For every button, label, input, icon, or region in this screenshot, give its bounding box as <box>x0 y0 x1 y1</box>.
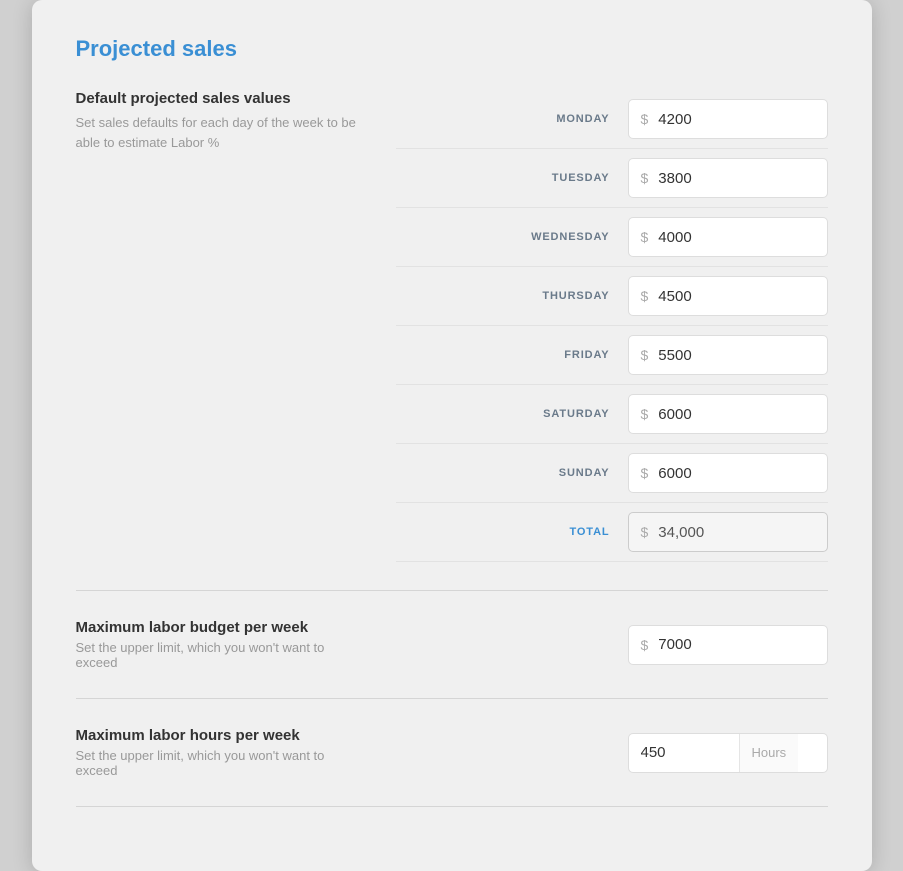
day-row-friday: FRIDAY $ <box>396 326 828 385</box>
section2-description: Maximum labor budget per week Set the up… <box>76 619 396 670</box>
day-input-sunday[interactable] <box>658 465 814 482</box>
total-input-wrapper: $ <box>628 512 828 552</box>
labor-hours-input-wrapper[interactable]: Hours <box>628 733 828 773</box>
day-input-tuesday[interactable] <box>658 170 814 187</box>
day-input-wrapper-saturday[interactable]: $ <box>628 394 828 434</box>
day-input-wrapper-thursday[interactable]: $ <box>628 276 828 316</box>
total-currency-symbol: $ <box>641 524 649 540</box>
section1-desc-sub: Set sales defaults for each day of the w… <box>76 113 364 152</box>
day-row-sunday: SUNDAY $ <box>396 444 828 503</box>
labor-budget-input[interactable] <box>658 636 814 653</box>
day-label-tuesday: TUESDAY <box>510 172 610 184</box>
section1-description: Default projected sales values Set sales… <box>76 90 396 152</box>
day-input-monday[interactable] <box>658 111 814 128</box>
divider-2 <box>76 698 828 699</box>
day-row-saturday: SATURDAY $ <box>396 385 828 444</box>
section2-desc-sub: Set the upper limit, which you won't wan… <box>76 640 364 670</box>
day-input-wrapper-tuesday[interactable]: $ <box>628 158 828 198</box>
day-input-wrapper-wednesday[interactable]: $ <box>628 217 828 257</box>
daily-sales-fields: MONDAY $ TUESDAY $ WEDNESDAY $ THURSDAY … <box>396 90 828 562</box>
section2-desc-title: Maximum labor budget per week <box>76 619 364 636</box>
day-input-saturday[interactable] <box>658 406 814 423</box>
projected-sales-section: Default projected sales values Set sales… <box>76 90 828 562</box>
section3-description: Maximum labor hours per week Set the upp… <box>76 727 396 778</box>
day-input-wrapper-monday[interactable]: $ <box>628 99 828 139</box>
divider-3 <box>76 806 828 807</box>
day-input-wrapper-friday[interactable]: $ <box>628 335 828 375</box>
day-input-wednesday[interactable] <box>658 229 814 246</box>
section1-desc-title: Default projected sales values <box>76 90 364 107</box>
day-label-friday: FRIDAY <box>510 349 610 361</box>
day-currency-friday: $ <box>641 347 649 363</box>
labor-hours-input[interactable] <box>629 744 739 761</box>
labor-budget-field: $ <box>396 625 828 665</box>
day-currency-wednesday: $ <box>641 229 649 245</box>
page-title: Projected sales <box>76 36 828 62</box>
labor-hours-field: Hours <box>396 733 828 773</box>
projected-sales-card: Projected sales Default projected sales … <box>32 0 872 871</box>
total-label: TOTAL <box>510 526 610 538</box>
day-row-thursday: THURSDAY $ <box>396 267 828 326</box>
day-input-wrapper-sunday[interactable]: $ <box>628 453 828 493</box>
section3-desc-title: Maximum labor hours per week <box>76 727 364 744</box>
day-label-thursday: THURSDAY <box>510 290 610 302</box>
labor-budget-currency: $ <box>641 637 649 653</box>
hours-unit-label: Hours <box>739 734 799 772</box>
section3-desc-sub: Set the upper limit, which you won't wan… <box>76 748 364 778</box>
day-label-sunday: SUNDAY <box>510 467 610 479</box>
total-row: TOTAL $ <box>396 503 828 562</box>
day-input-thursday[interactable] <box>658 288 814 305</box>
day-currency-sunday: $ <box>641 465 649 481</box>
labor-hours-section: Maximum labor hours per week Set the upp… <box>76 727 828 778</box>
divider-1 <box>76 590 828 591</box>
day-label-saturday: SATURDAY <box>510 408 610 420</box>
labor-budget-input-wrapper[interactable]: $ <box>628 625 828 665</box>
labor-budget-section: Maximum labor budget per week Set the up… <box>76 619 828 670</box>
day-currency-thursday: $ <box>641 288 649 304</box>
day-label-monday: MONDAY <box>510 113 610 125</box>
day-currency-monday: $ <box>641 111 649 127</box>
day-row-tuesday: TUESDAY $ <box>396 149 828 208</box>
day-currency-saturday: $ <box>641 406 649 422</box>
day-input-friday[interactable] <box>658 347 814 364</box>
day-row-monday: MONDAY $ <box>396 90 828 149</box>
day-currency-tuesday: $ <box>641 170 649 186</box>
day-row-wednesday: WEDNESDAY $ <box>396 208 828 267</box>
day-label-wednesday: WEDNESDAY <box>510 231 610 243</box>
total-input <box>658 524 814 541</box>
